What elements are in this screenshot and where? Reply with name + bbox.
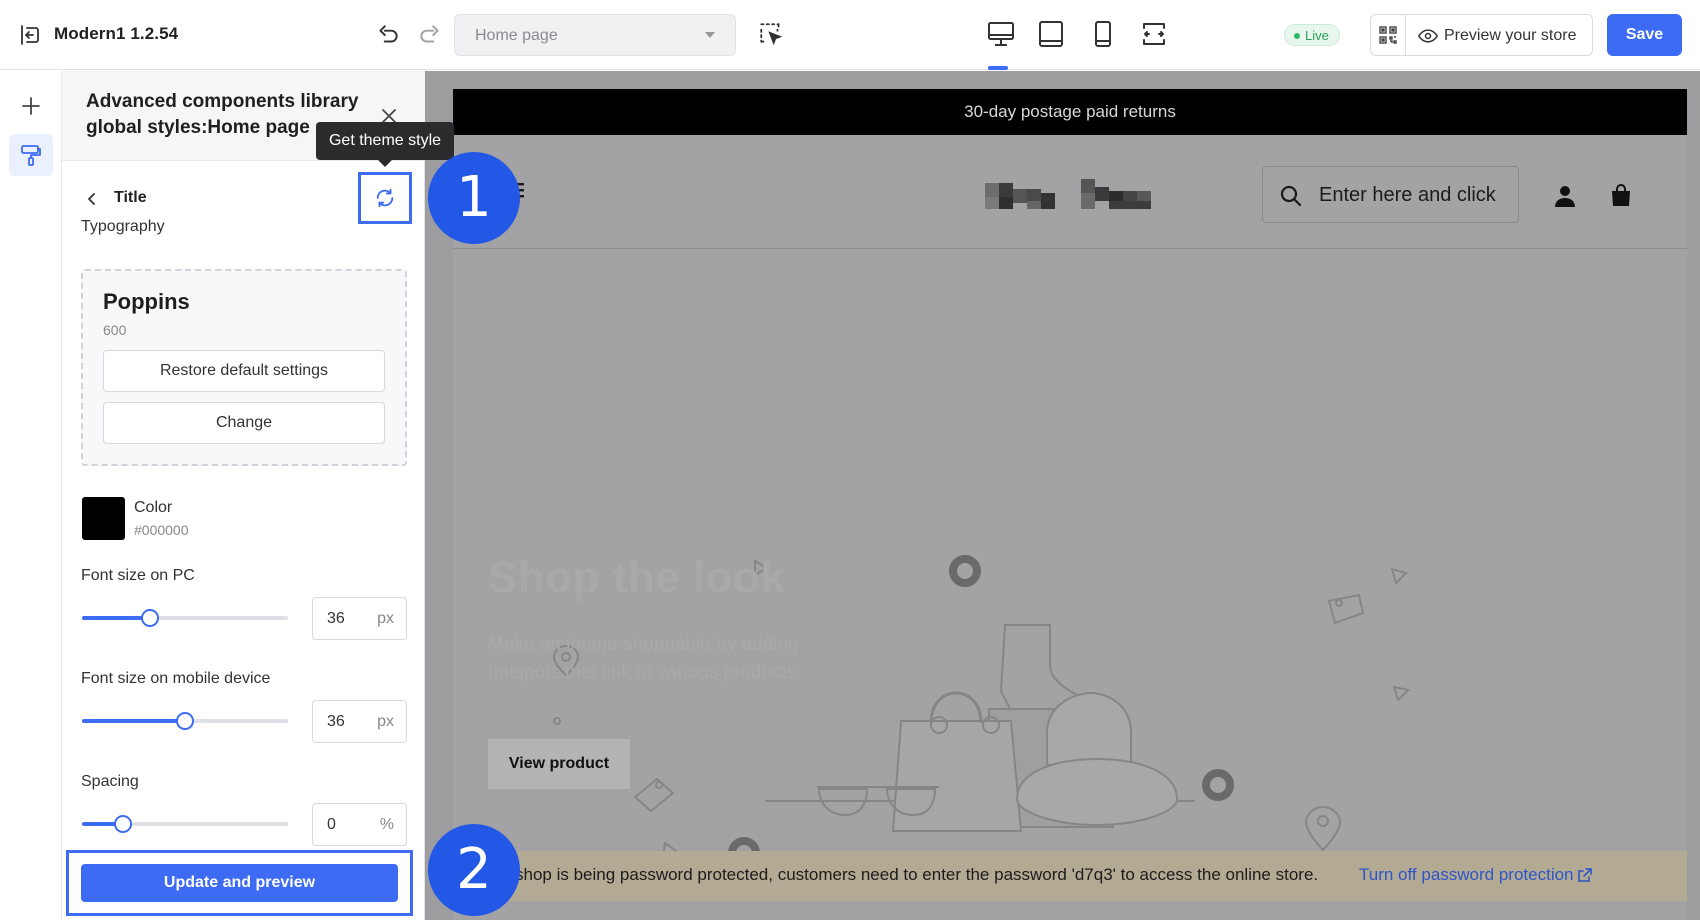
- typography-label: Typography: [81, 218, 165, 235]
- redo-icon[interactable]: [417, 22, 443, 48]
- spacing-slider[interactable]: [82, 815, 288, 833]
- step-1-badge: 1: [428, 152, 520, 244]
- save-button[interactable]: Save: [1607, 14, 1682, 56]
- qr-code-icon: [1379, 26, 1397, 44]
- unit-label: %: [379, 816, 394, 833]
- search-icon: [1280, 185, 1302, 207]
- color-label: Color: [134, 499, 173, 516]
- desktop-view-icon[interactable]: [986, 19, 1016, 49]
- store-preview: 30-day postage paid returns Enter here a…: [453, 89, 1687, 920]
- get-theme-style-button[interactable]: [358, 172, 412, 224]
- slider-handle[interactable]: [114, 815, 133, 833]
- preview-canvas: 30-day postage paid returns Enter here a…: [425, 71, 1700, 920]
- sync-icon: [376, 188, 394, 208]
- store-logo[interactable]: [985, 177, 1153, 213]
- step-2-badge: 2: [428, 824, 520, 916]
- font-size-pc-input[interactable]: 36 px: [312, 597, 407, 640]
- theme-title: Modern1 1.2.54: [54, 24, 179, 43]
- active-device-indicator: [988, 66, 1008, 70]
- slider-fill: [82, 719, 185, 723]
- section-title: Title: [114, 189, 147, 206]
- get-theme-style-tooltip: Get theme style: [316, 122, 454, 167]
- color-hex-value: #000000: [134, 522, 189, 538]
- chevron-left-icon: [88, 193, 95, 205]
- settings-panel: Advanced components library global style…: [62, 71, 425, 920]
- view-product-button[interactable]: View product: [488, 739, 630, 789]
- eye-icon: [1418, 29, 1438, 43]
- spacing-input[interactable]: 0 %: [312, 803, 407, 846]
- page-select-value: Home page: [475, 27, 558, 44]
- hero-title: Shop the look: [488, 553, 786, 602]
- password-message: shop is being password protected, custom…: [515, 865, 1319, 884]
- add-section-icon[interactable]: [18, 93, 44, 119]
- change-font-button[interactable]: Change: [103, 402, 385, 444]
- restore-default-button[interactable]: Restore default settings: [103, 350, 385, 392]
- store-header: Enter here and click: [453, 135, 1687, 249]
- left-rail: [0, 71, 62, 920]
- turn-off-password-link[interactable]: Turn off password protection: [1359, 865, 1574, 885]
- spacing-value: 0: [327, 816, 336, 833]
- tablet-landscape-icon[interactable]: [1036, 19, 1066, 49]
- qr-code-button[interactable]: [1370, 14, 1406, 56]
- mobile-view-icon[interactable]: [1088, 19, 1118, 49]
- font-size-mobile-value: 36: [327, 713, 345, 730]
- external-link-icon[interactable]: [1577, 867, 1593, 883]
- font-name: Poppins: [103, 289, 190, 314]
- slider-handle[interactable]: [176, 712, 194, 730]
- update-preview-highlight: Update and preview: [66, 850, 413, 916]
- slider-handle[interactable]: [140, 609, 159, 627]
- font-size-pc-label: Font size on PC: [81, 567, 195, 584]
- preview-store-button[interactable]: Preview your store: [1405, 14, 1593, 56]
- font-size-mobile-label: Font size on mobile device: [81, 670, 271, 687]
- page-select[interactable]: Home page: [454, 14, 736, 56]
- chevron-down-icon: [705, 32, 715, 38]
- select-element-icon[interactable]: [758, 21, 784, 47]
- announcement-bar: 30-day postage paid returns: [453, 89, 1687, 135]
- paint-roller-icon: [21, 145, 41, 166]
- update-and-preview-button[interactable]: Update and preview: [81, 864, 398, 902]
- fullscreen-icon[interactable]: [1139, 19, 1169, 49]
- store-search-box[interactable]: Enter here and click: [1262, 166, 1519, 223]
- account-icon[interactable]: [1553, 184, 1577, 208]
- undo-icon[interactable]: [375, 22, 401, 48]
- shop-the-look-section: Shop the look Make an image shoppable by…: [453, 249, 1687, 869]
- top-bar: Modern1 1.2.54 Home page Live Preview yo…: [0, 0, 1700, 70]
- spacing-label: Spacing: [81, 773, 139, 790]
- font-size-mobile-input[interactable]: 36 px: [312, 700, 407, 743]
- theme-styles-button[interactable]: [9, 134, 53, 176]
- font-size-pc-value: 36: [327, 610, 345, 627]
- live-status-badge: Live: [1284, 24, 1340, 46]
- shopping-bag-icon[interactable]: [1610, 183, 1632, 207]
- font-size-pc-slider[interactable]: [82, 609, 288, 627]
- hero-subtitle: Make an image shoppable by adding hotspo…: [488, 634, 802, 683]
- exit-editor-icon[interactable]: [18, 23, 42, 47]
- unit-label: px: [377, 610, 394, 627]
- search-placeholder: Enter here and click: [1319, 184, 1496, 206]
- unit-label: px: [377, 713, 394, 730]
- color-swatch[interactable]: [82, 497, 125, 540]
- password-protection-bar: shop is being password protected, custom…: [453, 851, 1687, 901]
- font-weight: 600: [103, 322, 127, 338]
- slider-fill: [82, 616, 150, 620]
- font-size-mobile-slider[interactable]: [82, 712, 288, 730]
- font-card: Poppins 600 Restore default settings Cha…: [81, 269, 407, 466]
- preview-store-label: Preview your store: [1444, 27, 1577, 44]
